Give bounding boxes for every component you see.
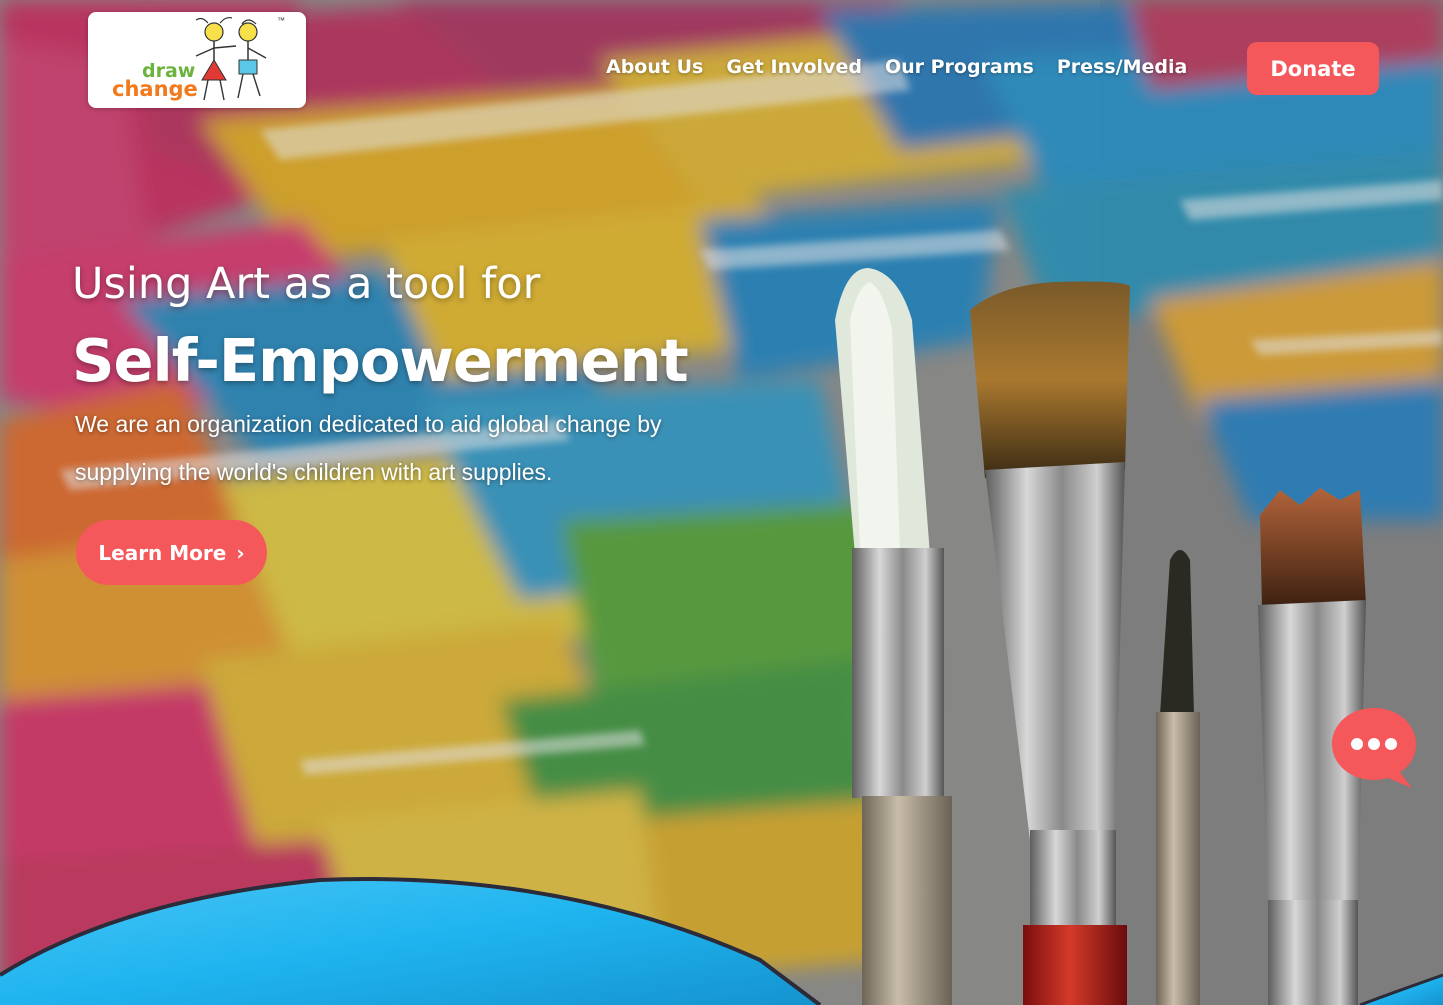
main-nav: About Us Get Involved Our Programs Press… xyxy=(606,56,1187,78)
logo-trademark: ™ xyxy=(277,16,285,25)
hero-heading-line1: Using Art as a tool for xyxy=(72,259,541,309)
hero-background-image xyxy=(0,0,1443,1005)
nav-about-us[interactable]: About Us xyxy=(606,56,703,78)
learn-more-button[interactable]: Learn More › xyxy=(76,520,267,585)
learn-more-label: Learn More xyxy=(98,540,227,565)
donate-button[interactable]: Donate xyxy=(1247,42,1379,95)
page: draw change ™ About Us Get Involved Our … xyxy=(0,0,1443,1005)
chevron-right-icon: › xyxy=(236,540,245,565)
chat-widget-button[interactable] xyxy=(1330,706,1420,790)
nav-press-media[interactable]: Press/Media xyxy=(1057,56,1187,78)
logo-text-change: change xyxy=(112,77,198,101)
chat-bubble-icon xyxy=(1332,708,1416,788)
nav-get-involved[interactable]: Get Involved xyxy=(726,56,862,78)
nav-our-programs[interactable]: Our Programs xyxy=(885,56,1034,78)
site-logo[interactable]: draw change ™ xyxy=(88,12,306,108)
hero-heading-line2: Self-Empowerment xyxy=(72,326,689,395)
hero-description: We are an organization dedicated to aid … xyxy=(75,411,662,485)
